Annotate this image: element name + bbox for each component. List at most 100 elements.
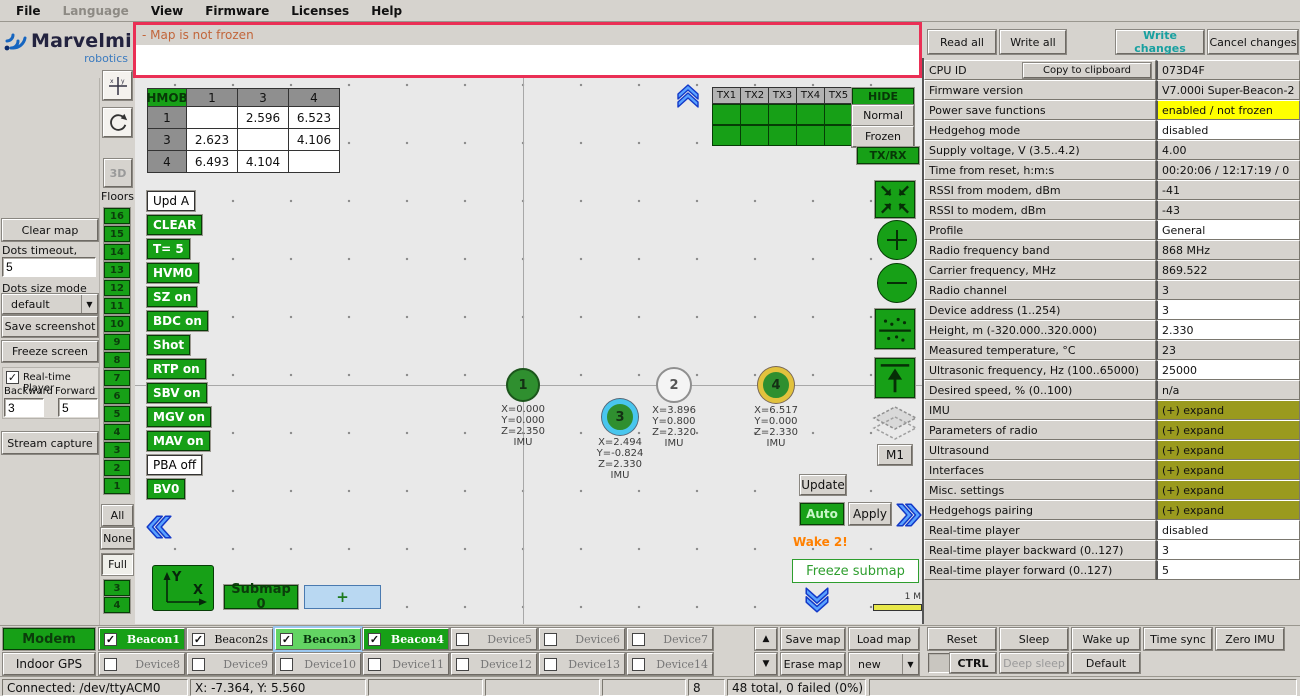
tx-frozen-button[interactable]: Frozen <box>852 126 914 147</box>
map-select-dropdown[interactable]: new <box>849 653 919 675</box>
time-sync-button[interactable]: Time sync <box>1144 628 1212 650</box>
floors-all-button[interactable]: All <box>102 505 133 526</box>
floor-button-11[interactable]: 11 <box>104 298 130 314</box>
property-value[interactable]: -41 <box>1156 180 1300 200</box>
device-checkbox[interactable] <box>280 632 293 646</box>
beacon-2[interactable]: 2 <box>656 367 692 403</box>
device-cell-beacon1[interactable]: Beacon1 <box>99 628 185 650</box>
floor-button-12[interactable]: 12 <box>104 280 130 296</box>
device-checkbox[interactable] <box>632 632 645 646</box>
property-value[interactable]: 23 <box>1156 340 1300 360</box>
device-checkbox[interactable] <box>280 657 293 671</box>
default-button[interactable]: Default <box>1072 653 1140 673</box>
map-button-bdc-on[interactable]: BDC on <box>147 311 208 331</box>
update-button[interactable]: Update <box>800 475 846 495</box>
device-cell-beacon4[interactable]: Beacon4 <box>363 628 449 650</box>
map-button-rtp-on[interactable]: RTP on <box>147 359 206 379</box>
map-button-t-5[interactable]: T= 5 <box>147 239 190 259</box>
floor-button-3[interactable]: 3 <box>104 442 130 458</box>
property-value[interactable]: (+) expand <box>1156 400 1300 420</box>
floor-button-16[interactable]: 16 <box>104 208 130 224</box>
property-value[interactable]: (+) expand <box>1156 460 1300 480</box>
device-checkbox[interactable] <box>456 657 469 671</box>
tx-cell[interactable] <box>740 125 769 146</box>
device-cell-device13[interactable]: Device13 <box>539 653 625 675</box>
device-cell-device14[interactable]: Device14 <box>627 653 713 675</box>
ctrl-button[interactable]: CTRL <box>950 653 996 673</box>
property-value[interactable]: General <box>1156 220 1300 240</box>
property-value[interactable]: n/a <box>1156 380 1300 400</box>
map-button-mgv-on[interactable]: MGV on <box>147 407 212 427</box>
floor-button-7[interactable]: 7 <box>104 370 130 386</box>
apply-button[interactable]: Apply <box>849 503 891 525</box>
menu-item-firmware[interactable]: Firmware <box>195 1 279 21</box>
map-area[interactable]: HMOB 1 3 4 1 2.596 6.523 3 2.623 4.106 4 6.493 4.104… <box>135 78 922 624</box>
follow-mode-button[interactable] <box>875 358 915 398</box>
map-button-hvm0[interactable]: HVM0 <box>147 263 199 283</box>
device-checkbox[interactable] <box>104 657 117 671</box>
add-submap-button[interactable]: + <box>304 585 381 609</box>
property-value[interactable]: enabled / not frozen <box>1156 100 1300 120</box>
tx-cell[interactable] <box>824 104 853 125</box>
floor-button-5[interactable]: 5 <box>104 406 130 422</box>
property-value[interactable]: (+) expand <box>1156 440 1300 460</box>
property-value[interactable]: disabled <box>1156 520 1300 540</box>
pan-up-icon[interactable] <box>675 83 701 109</box>
floor-button-8[interactable]: 8 <box>104 352 130 368</box>
device-cell-device6[interactable]: Device6 <box>539 628 625 650</box>
device-scroll-down-button[interactable] <box>755 653 777 675</box>
zoom-out-button[interactable] <box>877 263 917 303</box>
floor-button-15[interactable]: 15 <box>104 226 130 242</box>
dots-timeout-input[interactable] <box>2 257 96 277</box>
dropdown-arrow-icon[interactable] <box>902 654 918 674</box>
indoor-gps-button[interactable]: Indoor GPS <box>3 653 95 675</box>
map-button-clear[interactable]: CLEAR <box>147 215 203 235</box>
m1-button[interactable]: M1 <box>878 445 912 465</box>
tx-cell[interactable] <box>768 104 797 125</box>
property-value[interactable]: (+) expand <box>1156 420 1300 440</box>
zoom-in-button[interactable] <box>877 220 917 260</box>
device-checkbox[interactable] <box>544 632 557 646</box>
menu-item-view[interactable]: View <box>141 1 193 21</box>
property-value[interactable]: 869.522 <box>1156 260 1300 280</box>
auto-button[interactable]: Auto <box>800 503 844 525</box>
property-value[interactable]: 073D4F <box>1156 60 1300 80</box>
device-checkbox[interactable] <box>368 632 381 646</box>
copy-to-clipboard-button[interactable]: Copy to clipboard <box>1023 62 1151 78</box>
tx-cell[interactable] <box>712 125 741 146</box>
tx-cell[interactable] <box>740 104 769 125</box>
deep-sleep-button[interactable]: Deep sleep <box>1000 653 1068 673</box>
menu-item-file[interactable]: File <box>6 1 51 21</box>
device-cell-device9[interactable]: Device9 <box>187 653 273 675</box>
dots-display-button[interactable] <box>875 309 915 349</box>
map-button-sbv-on[interactable]: SBV on <box>147 383 207 403</box>
beacon-3[interactable]: 3 <box>602 399 638 435</box>
tx-cell[interactable] <box>712 104 741 125</box>
property-value[interactable]: 3 <box>1156 540 1300 560</box>
fit-screen-button[interactable] <box>875 181 915 218</box>
device-cell-beacon3[interactable]: Beacon3 <box>273 626 363 652</box>
floor-button-2[interactable]: 2 <box>104 460 130 476</box>
property-value[interactable]: (+) expand <box>1156 500 1300 520</box>
pan-right-icon[interactable] <box>895 501 922 529</box>
view-3d-button[interactable]: 3D <box>104 159 132 187</box>
menu-item-language[interactable]: Language <box>53 1 139 21</box>
tx-normal-button[interactable]: Normal <box>852 105 914 126</box>
axis-orientation-button[interactable]: Y X <box>152 565 214 611</box>
property-value[interactable]: V7.000i Super-Beacon-2 <box>1156 80 1300 100</box>
device-cell-device12[interactable]: Device12 <box>451 653 537 675</box>
submap-0-button[interactable]: Submap 0 <box>224 582 298 612</box>
rotate-view-button[interactable] <box>103 108 132 137</box>
floor-button-9[interactable]: 9 <box>104 334 130 350</box>
map-button-sz-on[interactable]: SZ on <box>147 287 198 307</box>
floor-button-1[interactable]: 1 <box>104 478 130 494</box>
layers-icon[interactable] <box>871 405 919 441</box>
device-cell-device5[interactable]: Device5 <box>451 628 537 650</box>
freeze-submap-button[interactable]: Freeze submap <box>792 559 919 583</box>
beacon-1[interactable]: 1 <box>506 368 540 402</box>
modem-button[interactable]: Modem <box>3 628 95 650</box>
property-value[interactable]: 25000 <box>1156 360 1300 380</box>
dots-size-mode-select[interactable]: default <box>2 294 98 314</box>
tx-cell[interactable] <box>796 104 825 125</box>
beacon-4[interactable]: 4 <box>758 367 794 403</box>
